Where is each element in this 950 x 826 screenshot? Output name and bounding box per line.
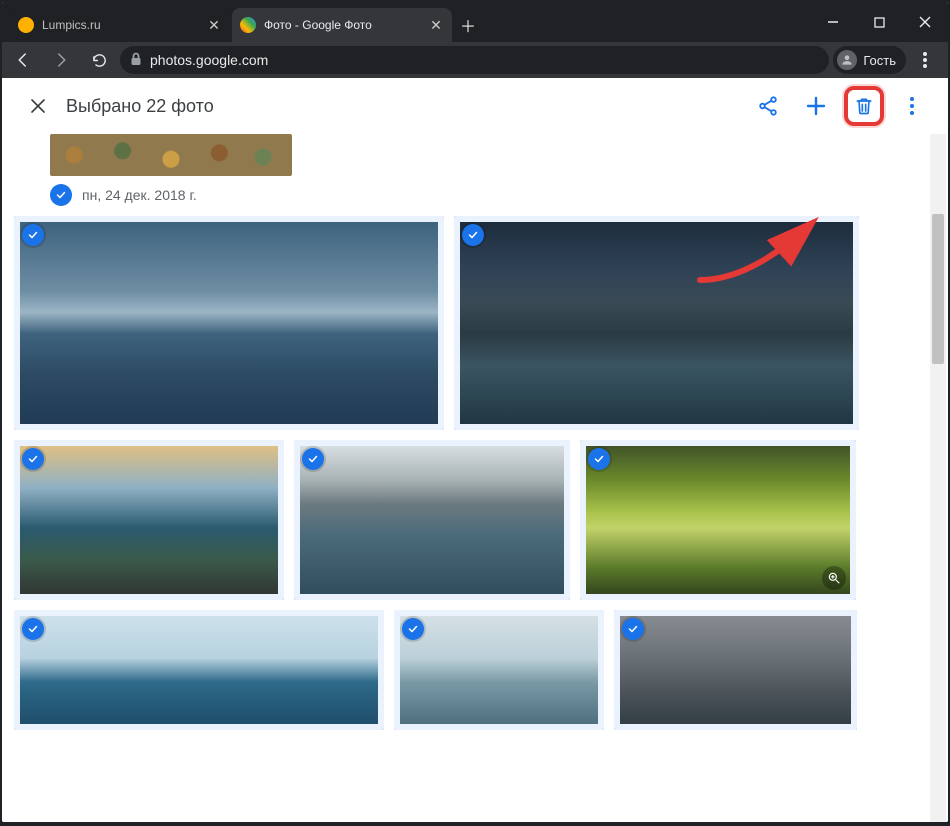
photo-thumbnail[interactable]	[50, 134, 292, 176]
browser-menu-button[interactable]	[910, 45, 940, 75]
address-bar: photos.google.com Гость	[2, 42, 948, 78]
forward-button[interactable]	[44, 45, 78, 75]
selected-check-icon[interactable]	[22, 224, 44, 246]
selected-check-icon[interactable]	[402, 618, 424, 640]
tab-title: Lumpics.ru	[42, 18, 206, 32]
back-button[interactable]	[6, 45, 40, 75]
photo-thumbnail[interactable]	[294, 440, 570, 600]
url-field[interactable]: photos.google.com	[120, 46, 829, 74]
tab-google-photos[interactable]: Фото - Google Фото ✕	[232, 8, 452, 42]
photo-thumbnail[interactable]	[580, 440, 856, 600]
titlebar: Lumpics.ru ✕ Фото - Google Фото ✕ ＋	[2, 2, 948, 42]
selection-actions	[748, 86, 932, 126]
profile-label: Гость	[863, 53, 896, 68]
photo-thumbnail[interactable]	[14, 610, 384, 730]
photo-thumbnail[interactable]	[394, 610, 604, 730]
photos-selection-header: Выбрано 22 фото	[2, 78, 948, 134]
selection-count-text: Выбрано 22 фото	[66, 96, 748, 117]
selected-check-icon[interactable]	[22, 618, 44, 640]
close-tab-icon[interactable]: ✕	[428, 17, 444, 33]
date-header[interactable]: пн, 24 дек. 2018 г.	[50, 184, 916, 206]
selected-check-icon[interactable]	[588, 448, 610, 470]
selected-check-icon[interactable]	[622, 618, 644, 640]
tab-lumpics[interactable]: Lumpics.ru ✕	[10, 8, 230, 42]
url-text: photos.google.com	[150, 52, 268, 68]
browser-window: Lumpics.ru ✕ Фото - Google Фото ✕ ＋	[2, 2, 948, 822]
photo-grid: пн, 24 дек. 2018 г.	[2, 134, 928, 822]
close-window-button[interactable]	[902, 2, 948, 42]
new-tab-button[interactable]: ＋	[454, 8, 482, 42]
avatar-icon	[837, 50, 857, 70]
page-content: Выбрано 22 фото	[2, 78, 948, 822]
photo-thumbnail[interactable]	[14, 216, 444, 430]
photo-thumbnail[interactable]	[614, 610, 857, 730]
photo-row	[14, 440, 916, 600]
tab-title: Фото - Google Фото	[264, 18, 428, 32]
delete-button[interactable]	[844, 86, 884, 126]
close-tab-icon[interactable]: ✕	[206, 17, 222, 33]
selected-check-icon[interactable]	[462, 224, 484, 246]
reload-button[interactable]	[82, 45, 116, 75]
date-label: пн, 24 дек. 2018 г.	[82, 187, 197, 203]
zoom-icon[interactable]	[822, 566, 846, 590]
more-options-button[interactable]	[892, 86, 932, 126]
profile-chip[interactable]: Гость	[833, 46, 906, 74]
lock-icon	[130, 52, 142, 69]
tab-strip: Lumpics.ru ✕ Фото - Google Фото ✕ ＋	[2, 2, 810, 42]
scrollbar-thumb[interactable]	[932, 214, 944, 364]
favicon-icon	[240, 17, 256, 33]
photo-row	[14, 216, 916, 430]
photo-thumbnail[interactable]	[14, 440, 284, 600]
scrollbar-track[interactable]	[930, 134, 946, 822]
favicon-icon	[18, 17, 34, 33]
window-controls	[810, 2, 948, 42]
deselect-button[interactable]	[18, 86, 58, 126]
selected-check-icon[interactable]	[302, 448, 324, 470]
date-select-all-icon[interactable]	[50, 184, 72, 206]
minimize-button[interactable]	[810, 2, 856, 42]
add-to-button[interactable]	[796, 86, 836, 126]
photo-thumbnail[interactable]	[454, 216, 859, 430]
selected-check-icon[interactable]	[22, 448, 44, 470]
maximize-button[interactable]	[856, 2, 902, 42]
share-button[interactable]	[748, 86, 788, 126]
photo-row	[14, 610, 916, 730]
